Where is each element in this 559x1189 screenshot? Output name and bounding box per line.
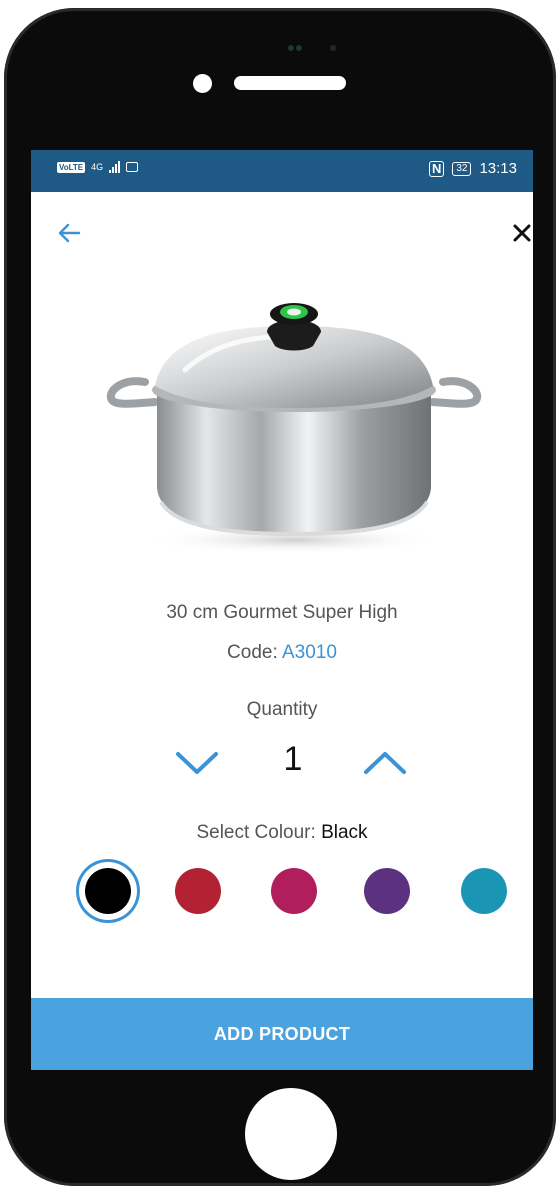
network-type: 4G — [91, 161, 104, 172]
speaker-grille — [234, 76, 346, 90]
chevron-down-icon[interactable] — [173, 746, 221, 780]
camera-icon — [330, 45, 336, 51]
app-screen: VoLTE 4G N 32 13:13 30 cm Gourmet Super … — [31, 150, 533, 1070]
colour-swatch-teal[interactable] — [461, 868, 507, 914]
colour-swatch-raspberry[interactable] — [271, 868, 317, 914]
close-icon[interactable] — [509, 220, 533, 246]
product-code-value: A3010 — [281, 642, 337, 663]
colour-swatch-purple[interactable] — [364, 868, 410, 914]
phone-frame: VoLTE 4G N 32 13:13 30 cm Gourmet Super … — [4, 8, 556, 1186]
arrow-left-icon[interactable] — [56, 220, 82, 246]
colour-swatch-black[interactable] — [85, 868, 131, 914]
battery-icon: 32 — [452, 161, 472, 176]
home-button[interactable] — [245, 1088, 337, 1180]
nfc-icon: N — [428, 160, 445, 177]
product-image — [106, 303, 482, 554]
select-colour-label: Select Colour: Black — [31, 822, 533, 844]
quantity-value: 1 — [283, 740, 303, 778]
add-product-button[interactable]: ADD PRODUCT — [31, 998, 533, 1070]
sensor-icon — [288, 45, 294, 51]
sensor-icon — [296, 45, 302, 51]
colour-swatch-red[interactable] — [175, 868, 221, 914]
quantity-label: Quantity — [246, 699, 318, 720]
status-right: N 32 13:13 — [428, 160, 517, 177]
status-bar: VoLTE 4G N 32 13:13 — [31, 150, 533, 192]
product-name: 30 cm Gourmet Super High — [166, 602, 398, 623]
front-camera-icon — [193, 74, 212, 93]
selected-colour-name: Black — [321, 822, 368, 843]
signal-icon — [109, 161, 121, 173]
product-code: Code: A3010 — [31, 642, 533, 664]
message-icon — [126, 162, 139, 172]
status-time: 13:13 — [479, 160, 517, 177]
product-code-label: Code: — [227, 642, 282, 663]
select-colour-prefix: Select Colour: — [196, 822, 322, 843]
status-left: VoLTE 4G — [57, 161, 139, 173]
chevron-up-icon[interactable] — [361, 746, 409, 780]
volte-badge: VoLTE — [57, 161, 86, 173]
